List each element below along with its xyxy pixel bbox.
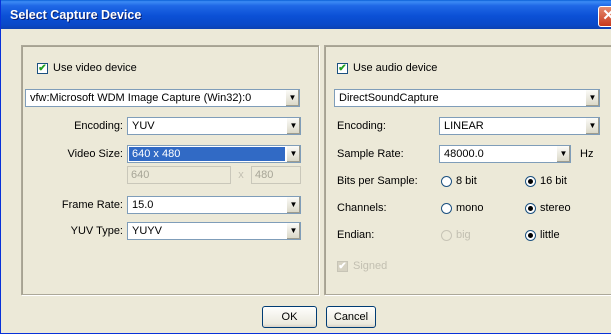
chevron-down-icon[interactable]: ▼ <box>285 90 299 106</box>
video-size-dropdown[interactable]: 640 x 480 ▼ <box>127 145 301 163</box>
yuv-type-dropdown[interactable]: YUYV ▼ <box>127 222 301 240</box>
channels-label: Channels: <box>337 202 387 214</box>
radio-selected-icon <box>525 229 536 241</box>
radio-icon <box>441 202 452 214</box>
video-height-field: 480 <box>251 166 301 184</box>
video-encoding-label: Encoding: <box>74 120 123 132</box>
frame-rate-dropdown[interactable]: 15.0 ▼ <box>127 196 301 214</box>
ok-button[interactable]: OK <box>262 306 317 328</box>
sample-rate-label: Sample Rate: <box>337 148 404 160</box>
capture-device-dialog: Select Capture Device ✕ ✔ Use video devi… <box>0 0 611 334</box>
audio-encoding-label: Encoding: <box>337 120 386 132</box>
chevron-down-icon[interactable]: ▼ <box>286 146 300 162</box>
use-audio-label: Use audio device <box>353 62 438 74</box>
video-device-dropdown[interactable]: vfw:Microsoft WDM Image Capture (Win32):… <box>25 89 300 107</box>
video-device-value: vfw:Microsoft WDM Image Capture (Win32):… <box>30 92 252 104</box>
title-bar: Select Capture Device <box>1 0 611 29</box>
chevron-down-icon[interactable]: ▼ <box>585 90 599 106</box>
video-encoding-value: YUV <box>132 120 155 132</box>
bits-16-label: 16 bit <box>540 175 567 187</box>
chevron-down-icon[interactable]: ▼ <box>286 118 300 134</box>
close-icon[interactable]: ✕ <box>598 6 611 27</box>
chevron-down-icon[interactable]: ▼ <box>286 223 300 239</box>
channels-stereo-label: stereo <box>540 202 571 214</box>
bits-8-label: 8 bit <box>456 175 477 187</box>
yuv-type-label: YUV Type: <box>70 225 123 237</box>
radio-selected-icon <box>525 175 536 187</box>
yuv-type-value: YUYV <box>132 225 162 237</box>
channels-mono-label: mono <box>456 202 484 214</box>
dialog-title: Select Capture Device <box>10 8 142 22</box>
sample-rate-value: 48000.0 <box>444 148 484 160</box>
bits-8-radio[interactable]: 8 bit <box>441 175 477 187</box>
audio-panel <box>324 45 611 295</box>
check-icon: ✔ <box>337 62 348 74</box>
audio-device-dropdown[interactable]: DirectSoundCapture ▼ <box>334 89 600 107</box>
bits-per-sample-label: Bits per Sample: <box>337 175 418 187</box>
endian-label: Endian: <box>337 229 375 241</box>
channels-mono-radio[interactable]: mono <box>441 202 484 214</box>
video-size-value: 640 x 480 <box>129 147 285 161</box>
frame-rate-value: 15.0 <box>132 199 154 211</box>
signed-checkbox: ✔ Signed <box>337 260 387 272</box>
radio-selected-icon <box>525 202 536 214</box>
endian-big-radio: big <box>441 229 471 241</box>
cancel-button[interactable]: Cancel <box>326 306 376 328</box>
sample-rate-dropdown[interactable]: 48000.0 ▼ <box>439 145 571 163</box>
channels-stereo-radio[interactable]: stereo <box>525 202 571 214</box>
check-icon: ✔ <box>337 260 348 272</box>
audio-device-value: DirectSoundCapture <box>339 92 439 104</box>
signed-label: Signed <box>353 260 388 272</box>
audio-encoding-value: LINEAR <box>444 120 484 132</box>
chevron-down-icon[interactable]: ▼ <box>556 146 570 162</box>
video-encoding-dropdown[interactable]: YUV ▼ <box>127 117 301 135</box>
use-video-checkbox[interactable]: ✔ Use video device <box>37 62 137 74</box>
endian-little-label: little <box>540 229 560 241</box>
bits-16-radio[interactable]: 16 bit <box>525 175 567 187</box>
endian-big-label: big <box>456 229 471 241</box>
use-video-label: Use video device <box>53 62 137 74</box>
video-size-label: Video Size: <box>67 148 123 160</box>
use-audio-checkbox[interactable]: ✔ Use audio device <box>337 62 437 74</box>
video-width-field: 640 <box>127 166 231 184</box>
size-separator: x <box>238 169 244 181</box>
chevron-down-icon[interactable]: ▼ <box>286 197 300 213</box>
chevron-down-icon[interactable]: ▼ <box>585 118 599 134</box>
audio-encoding-dropdown[interactable]: LINEAR ▼ <box>439 117 600 135</box>
sample-rate-unit: Hz <box>580 148 594 160</box>
radio-icon <box>441 175 452 187</box>
endian-little-radio[interactable]: little <box>525 229 560 241</box>
check-icon: ✔ <box>37 62 48 74</box>
frame-rate-label: Frame Rate: <box>61 199 123 211</box>
radio-icon <box>441 229 452 241</box>
